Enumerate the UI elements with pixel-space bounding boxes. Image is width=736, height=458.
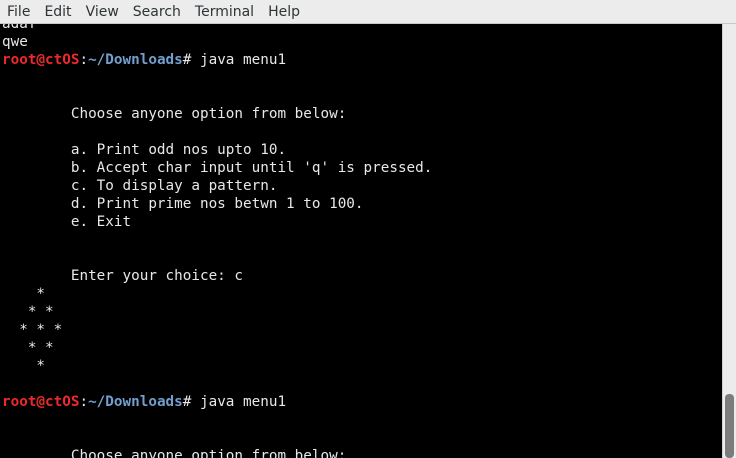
terminal-line: * — [2, 286, 46, 302]
prompt-path: ~/Downloads — [88, 52, 183, 68]
terminal-line: b. Accept char input until 'q' is presse… — [2, 160, 433, 176]
terminal-line: * — [2, 358, 46, 374]
terminal-line: d. Print prime nos betwn 1 to 100. — [2, 196, 364, 212]
prompt-separator: : — [79, 394, 89, 410]
menu-help[interactable]: Help — [261, 0, 307, 24]
shell-prompt-line: root@ctOS:~/Downloads# java menu1 — [2, 51, 432, 69]
terminal-output[interactable]: adaf qwe root@ctOS:~/Downloads# java menu1… — [0, 24, 722, 458]
menu-view[interactable]: View — [79, 0, 126, 24]
menu-search[interactable]: Search — [126, 0, 188, 24]
terminal-line: * * — [2, 304, 54, 320]
prompt-user: root@ctOS — [2, 394, 80, 410]
scrollbar-thumb[interactable] — [725, 394, 734, 458]
prompt-command: # java menu1 — [182, 52, 287, 68]
prompt-path: ~/Downloads — [88, 394, 183, 410]
menu-bar: File Edit View Search Terminal Help — [0, 0, 736, 24]
terminal-line: Choose anyone option from below: — [2, 106, 347, 122]
terminal-line: qwe — [2, 34, 28, 50]
shell-prompt-line: root@ctOS:~/Downloads# java menu1 — [2, 393, 432, 411]
terminal-line: Enter your choice: c — [2, 268, 244, 284]
terminal-line: e. Exit — [2, 214, 132, 230]
terminal-line: * * — [2, 340, 54, 356]
terminal-line: Choose anyone option from below: — [2, 448, 347, 458]
terminal-line: a. Print odd nos upto 10. — [2, 142, 287, 158]
prompt-user: root@ctOS — [2, 52, 80, 68]
menu-file[interactable]: File — [0, 0, 37, 24]
menu-terminal[interactable]: Terminal — [188, 0, 261, 24]
terminal-line: adaf — [2, 24, 37, 32]
terminal-lines: adaf qwe root@ctOS:~/Downloads# java menu1… — [2, 24, 432, 458]
prompt-separator: : — [79, 52, 89, 68]
menu-edit[interactable]: Edit — [37, 0, 78, 24]
terminal-scrollbar[interactable] — [722, 24, 736, 458]
terminal-line: * * * — [2, 322, 63, 338]
prompt-command: # java menu1 — [182, 394, 287, 410]
terminal-line: c. To display a pattern. — [2, 178, 278, 194]
